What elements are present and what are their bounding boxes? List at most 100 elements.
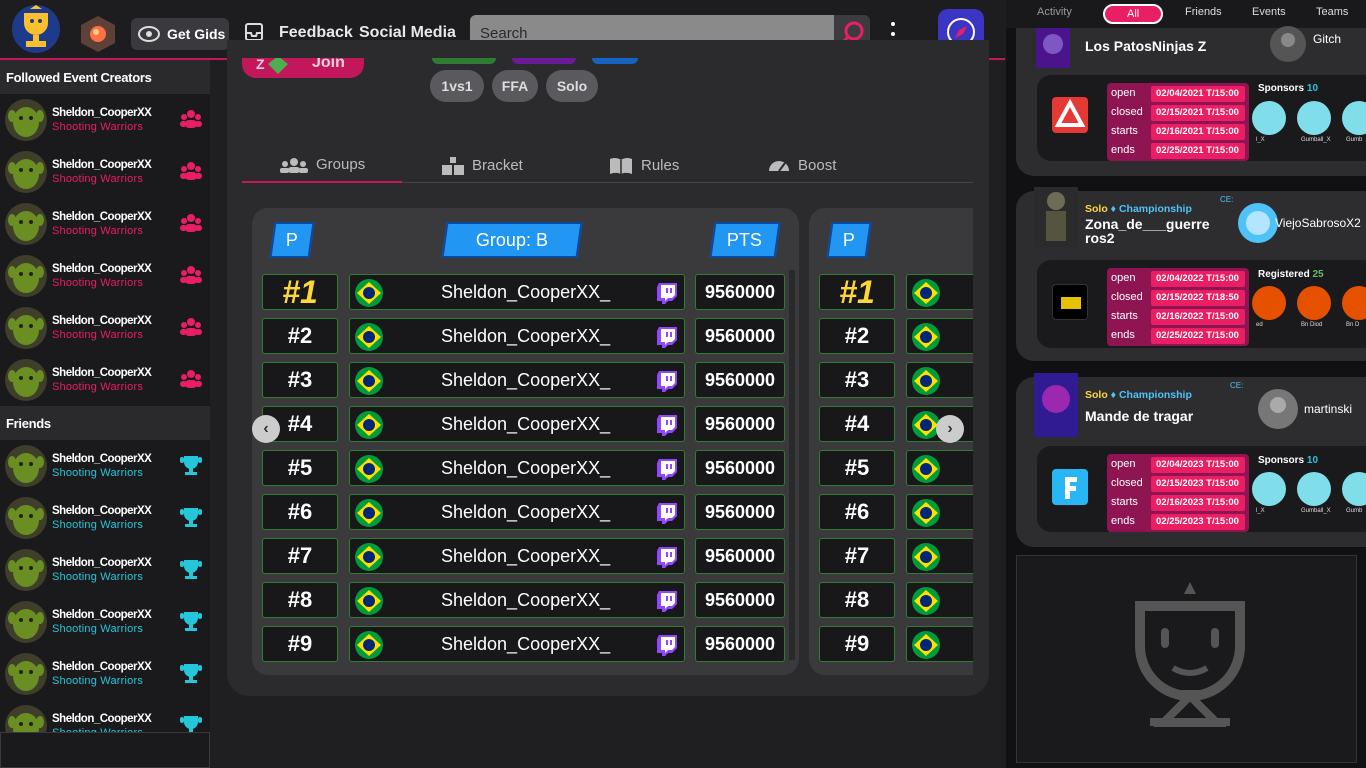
sidebar-person[interactable]: Sheldon_CooperXX Shooting Warriors (0, 354, 210, 406)
person-team: Shooting Warriors (52, 571, 144, 583)
sponsor-avatar[interactable] (1252, 286, 1286, 320)
twitch-icon[interactable] (656, 282, 678, 304)
pill-type[interactable]: FFA (492, 70, 538, 102)
tab-bracket[interactable]: Bracket (442, 148, 523, 183)
sponsor-avatar[interactable] (1342, 472, 1366, 506)
sidebar-person[interactable]: Sheldon_CooperXX Shooting Warriors (0, 648, 210, 700)
inbox-icon[interactable] (244, 22, 264, 42)
twitch-icon[interactable] (656, 634, 678, 656)
tab-groups[interactable]: Groups (242, 148, 402, 183)
event-card[interactable]: Solo ♦ Championship CE: Zona_de___guerre… (1016, 187, 1366, 361)
sidebar-person[interactable]: Sheldon_CooperXX Shooting Warriors (0, 94, 210, 146)
trophy-icon[interactable] (180, 454, 202, 476)
person-team: Shooting Warriors (52, 675, 144, 687)
sponsor-avatar[interactable] (1252, 472, 1286, 506)
sidebar-chat-input[interactable] (0, 732, 210, 768)
sponsor-avatar[interactable] (1342, 101, 1366, 135)
twitch-icon[interactable] (656, 590, 678, 612)
group-icon[interactable] (180, 368, 202, 390)
player-cell (906, 274, 973, 310)
avatar (4, 254, 48, 298)
group-icon[interactable] (180, 264, 202, 286)
get-gids-button[interactable]: Get Gids (131, 18, 229, 50)
sponsor-avatar[interactable] (1297, 286, 1331, 320)
sidebar-person[interactable]: Sheldon_CooperXX Shooting Warriors (0, 544, 210, 596)
event-card[interactable]: Solo ♦ Championship CE: Mande de tragar … (1016, 373, 1366, 547)
sponsor-avatar[interactable] (1252, 101, 1286, 135)
twitch-icon[interactable] (656, 326, 678, 348)
group-icon[interactable] (180, 160, 202, 182)
trophy-icon[interactable] (180, 610, 202, 632)
avatar (4, 444, 48, 488)
sidebar-person[interactable]: Sheldon_CooperXX Shooting Warriors (0, 146, 210, 198)
carousel-prev-button[interactable]: ‹ (252, 415, 280, 443)
sponsor-avatar[interactable] (1297, 101, 1331, 135)
pill-format[interactable]: Solo (546, 70, 598, 102)
sidebar-person[interactable]: Sheldon_CooperXX Shooting Warriors (0, 440, 210, 492)
event-tabs: Groups Bracket Rules Boost (242, 140, 973, 183)
date-value: 02/25/2023 T/15:00 (1151, 514, 1245, 530)
trophy-logo-icon[interactable] (10, 3, 62, 55)
game-thumbnail[interactable] (78, 14, 118, 54)
person-text: Sheldon_CooperXX Shooting Warriors (52, 366, 152, 394)
trophy-icon[interactable] (180, 662, 202, 684)
player-cell (906, 582, 973, 618)
person-team: Shooting Warriors (52, 519, 144, 531)
event-title: Los PatosNinjas Z (1085, 38, 1207, 54)
tab-boost[interactable]: Boost (768, 148, 836, 183)
date-value: 02/04/2022 T/15:00 (1151, 271, 1245, 287)
person-team: Shooting Warriors (52, 225, 144, 237)
player-name: Sheldon_CooperXX_ (441, 457, 611, 478)
twitch-icon[interactable] (656, 414, 678, 436)
sidebar-person[interactable]: Sheldon_CooperXX Shooting Warriors (0, 492, 210, 544)
group-icon[interactable] (180, 316, 202, 338)
sidebar-person[interactable]: Sheldon_CooperXX Shooting Warriors (0, 596, 210, 648)
rank-cell: #2 (262, 318, 338, 354)
avatar (4, 306, 48, 350)
join-prefix: Z (256, 58, 265, 72)
date-row: open 02/04/2022 T/15:00 (1111, 270, 1245, 288)
sidebar-person[interactable]: Sheldon_CooperXX Shooting Warriors (0, 250, 210, 302)
bracket-icon (442, 156, 464, 175)
twitch-icon[interactable] (656, 502, 678, 524)
rank-cell: #5 (262, 450, 338, 486)
sponsor-avatar[interactable] (1342, 286, 1366, 320)
date-label: ends (1111, 515, 1135, 527)
tab-rules[interactable]: Rules (609, 148, 679, 183)
brazil-flag-icon (354, 322, 384, 352)
tab-all[interactable]: All (1103, 4, 1164, 24)
group-icon[interactable] (180, 212, 202, 234)
twitch-icon[interactable] (656, 546, 678, 568)
tab-groups-label: Groups (316, 156, 366, 173)
sidebar-person[interactable]: Sheldon_CooperXX Shooting Warriors (0, 198, 210, 250)
sponsor-name: Gumball_X (1301, 508, 1331, 514)
pts-cell: 9560000 (695, 274, 785, 310)
tab-teams[interactable]: Teams (1316, 6, 1348, 18)
pts-cell: 9560000 (695, 362, 785, 398)
tab-rules-label: Rules (641, 157, 680, 174)
group-scrollbar[interactable] (789, 270, 795, 660)
twitch-icon[interactable] (656, 458, 678, 480)
person-name: Sheldon_CooperXX (52, 367, 152, 379)
event-card[interactable]: Los PatosNinjas Z Gitch open 02/04/2021 T… (1016, 26, 1366, 176)
person-name: Sheldon_CooperXX (52, 505, 152, 517)
rank-cell: #6 (819, 494, 895, 530)
event-dates: open 02/04/2021 T/15:00 closed 02/15/2021 T… (1107, 83, 1249, 161)
carousel-next-button[interactable]: › (936, 415, 964, 443)
sidebar-person[interactable]: Sheldon_CooperXX Shooting Warriors (0, 302, 210, 354)
brazil-flag-icon (354, 586, 384, 616)
group-icon[interactable] (180, 108, 202, 130)
sponsor-avatar[interactable] (1297, 472, 1331, 506)
pill-mode[interactable]: 1vs1 (430, 70, 484, 102)
host-avatar (1270, 26, 1306, 62)
twitch-icon[interactable] (656, 370, 678, 392)
group-card-b: P Group: B PTS #1 Sheldon_CooperXX_ 956000… (252, 208, 799, 675)
tab-friends[interactable]: Friends (1185, 6, 1222, 18)
tab-events[interactable]: Events (1252, 6, 1286, 18)
trophy-icon[interactable] (180, 506, 202, 528)
date-value: 02/25/2022 T/15:00 (1151, 328, 1245, 344)
trophy-icon[interactable] (180, 558, 202, 580)
event-type: Solo ♦ Championship (1085, 389, 1192, 401)
avatar (4, 548, 48, 592)
join-button[interactable]: Z Join (242, 58, 364, 78)
